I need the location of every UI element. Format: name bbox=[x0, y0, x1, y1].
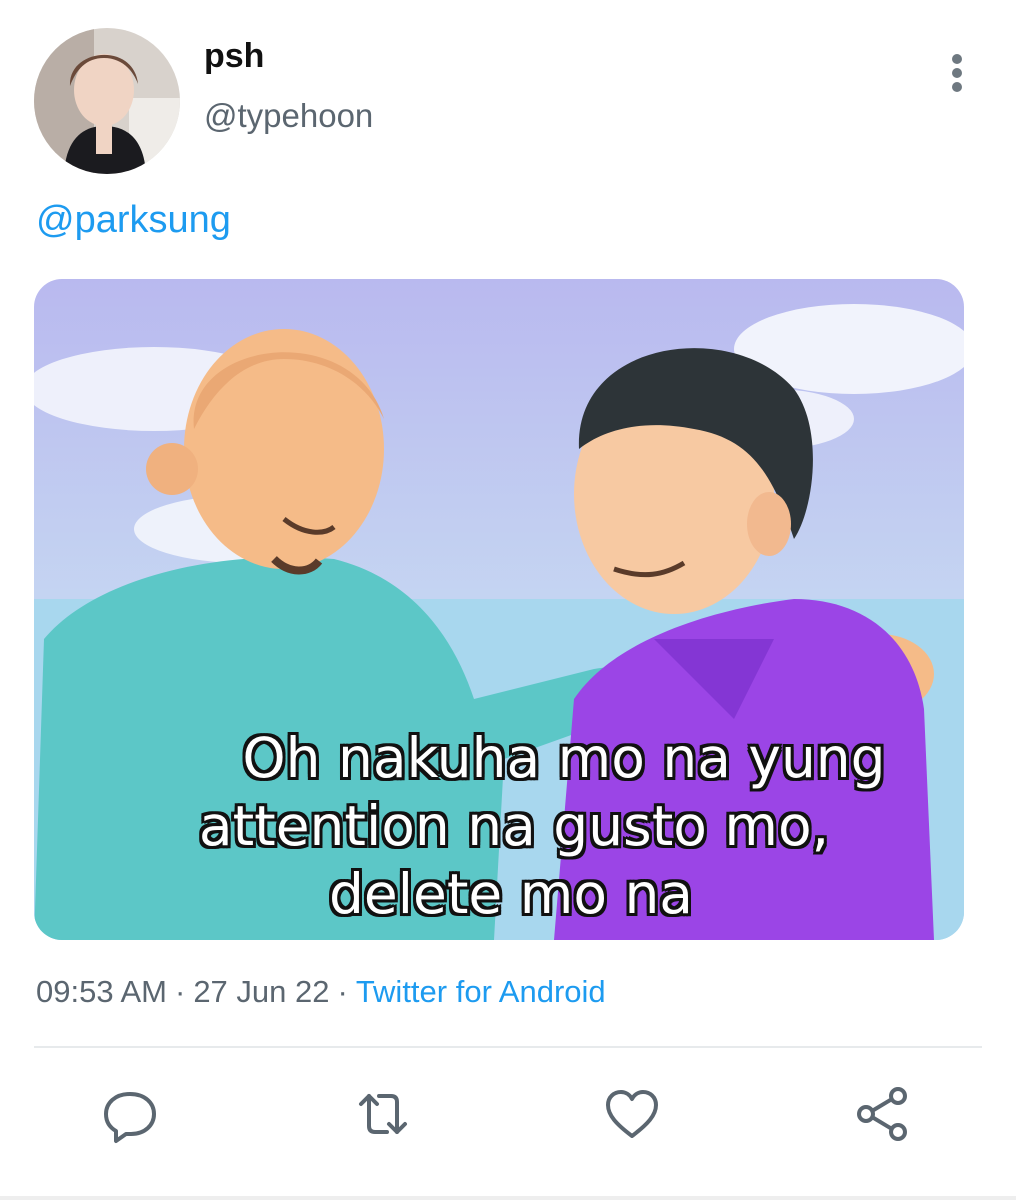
avatar[interactable] bbox=[34, 28, 180, 174]
retweet-icon[interactable] bbox=[353, 1084, 413, 1144]
mention-link[interactable]: @parksung bbox=[36, 196, 231, 244]
caption-line: delete mo na bbox=[328, 862, 694, 926]
more-dot bbox=[952, 54, 962, 64]
more-dot bbox=[952, 68, 962, 78]
bottom-edge bbox=[0, 1196, 1016, 1200]
media-caption: Oh nakuha mo na yung attention na gusto … bbox=[34, 724, 964, 928]
tweet-time: 09:53 AM bbox=[36, 974, 167, 1009]
divider bbox=[34, 1046, 982, 1048]
tweet-media-image[interactable]: Oh nakuha mo na yung attention na gusto … bbox=[34, 279, 964, 940]
heart-icon[interactable] bbox=[602, 1084, 662, 1144]
share-icon[interactable] bbox=[852, 1084, 912, 1144]
tweet-meta: 09:53 AM · 27 Jun 22 · Twitter for Android bbox=[36, 970, 606, 1014]
avatar-photo bbox=[34, 28, 180, 174]
author-display-name[interactable]: psh bbox=[204, 36, 264, 76]
more-dot bbox=[952, 82, 962, 92]
reply-icon[interactable] bbox=[100, 1084, 160, 1144]
more-options-icon[interactable] bbox=[938, 50, 978, 96]
tweet-source-link[interactable]: Twitter for Android bbox=[356, 974, 606, 1009]
tweet-date: 27 Jun 22 bbox=[193, 974, 330, 1009]
meta-separator: · bbox=[174, 974, 186, 1009]
caption-line: attention na gusto mo, bbox=[198, 794, 830, 858]
author-handle[interactable]: @typehoon bbox=[204, 96, 373, 136]
meta-separator: · bbox=[337, 974, 348, 1009]
caption-line: Oh nakuha mo na yung bbox=[242, 726, 886, 790]
